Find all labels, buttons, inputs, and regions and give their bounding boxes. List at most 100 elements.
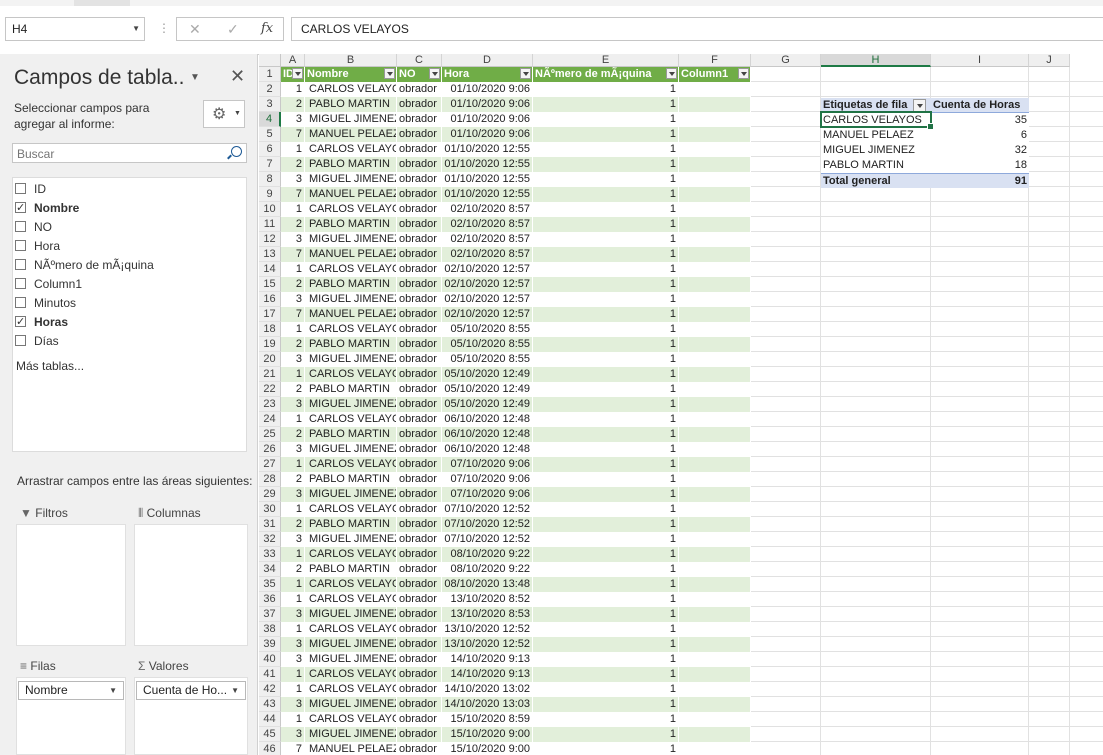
table-cell[interactable]: MANUEL PELAEZ	[305, 307, 397, 322]
table-cell[interactable]: 1	[281, 712, 305, 727]
table-cell[interactable]: MANUEL PELAEZ	[305, 742, 397, 755]
table-cell[interactable]: 7	[281, 307, 305, 322]
column-header-h[interactable]: H	[821, 54, 931, 67]
table-cell[interactable]: 1	[533, 322, 679, 337]
table-cell[interactable]: 01/10/2020 12:55	[442, 172, 533, 187]
columns-drop-area[interactable]	[134, 524, 248, 646]
table-cell[interactable]: obrador	[397, 187, 442, 202]
column-header-a[interactable]: A	[281, 54, 305, 67]
table-cell[interactable]: 1	[533, 262, 679, 277]
table-cell[interactable]: 13/10/2020 8:52	[442, 592, 533, 607]
table-cell[interactable]: obrador	[397, 262, 442, 277]
table-cell[interactable]: 1	[281, 547, 305, 562]
filter-dropdown-icon[interactable]	[384, 68, 395, 79]
table-cell[interactable]: 01/10/2020 9:06	[442, 112, 533, 127]
table-cell[interactable]: 3	[281, 697, 305, 712]
table-cell[interactable]: obrador	[397, 667, 442, 682]
filters-drop-area[interactable]	[16, 524, 126, 646]
table-cell[interactable]	[679, 277, 751, 292]
table-cell[interactable]: obrador	[397, 502, 442, 517]
table-cell[interactable]	[679, 382, 751, 397]
table-cell[interactable]	[679, 712, 751, 727]
table-cell[interactable]: 02/10/2020 8:57	[442, 232, 533, 247]
row-header[interactable]: 34	[259, 562, 281, 577]
table-cell[interactable]: 14/10/2020 9:13	[442, 667, 533, 682]
table-cell[interactable]: 1	[533, 637, 679, 652]
table-cell[interactable]: obrador	[397, 472, 442, 487]
table-cell[interactable]: 01/10/2020 12:55	[442, 157, 533, 172]
table-cell[interactable]: 13/10/2020 8:53	[442, 607, 533, 622]
table-cell[interactable]: obrador	[397, 202, 442, 217]
pivot-row-value[interactable]: 6	[931, 128, 1029, 143]
table-cell[interactable]: obrador	[397, 697, 442, 712]
table-cell[interactable]: 08/10/2020 13:48	[442, 577, 533, 592]
row-header[interactable]: 42	[259, 682, 281, 697]
table-cell[interactable]: obrador	[397, 292, 442, 307]
table-header-cell[interactable]: Hora	[442, 67, 533, 82]
table-cell[interactable]: 3	[281, 532, 305, 547]
table-cell[interactable]: MIGUEL JIMENEZ	[305, 652, 397, 667]
table-cell[interactable]	[679, 457, 751, 472]
pivot-row-value[interactable]: 32	[931, 143, 1029, 158]
row-header[interactable]: 41	[259, 667, 281, 682]
spreadsheet-grid[interactable]: A B C D E F G H I J 1 2 3 4 5 6 7 8 9 10 11 12 13 14 15 16 17 18 19 2…	[259, 54, 1103, 755]
table-cell[interactable]	[679, 577, 751, 592]
row-header[interactable]: 43	[259, 697, 281, 712]
table-cell[interactable]: 13/10/2020 12:52	[442, 637, 533, 652]
table-cell[interactable]: obrador	[397, 517, 442, 532]
pivot-row-label-header[interactable]: Etiquetas de fila	[821, 98, 931, 113]
table-cell[interactable]	[679, 352, 751, 367]
row-header[interactable]: 5	[259, 127, 281, 142]
table-header-cell[interactable]: NO	[397, 67, 442, 82]
table-cell[interactable]: obrador	[397, 532, 442, 547]
table-cell[interactable]: 1	[533, 127, 679, 142]
table-cell[interactable]: obrador	[397, 712, 442, 727]
table-cell[interactable]	[679, 442, 751, 457]
table-cell[interactable]: 01/10/2020 9:06	[442, 82, 533, 97]
values-field-cuenta[interactable]: Cuenta de Ho... ▼	[136, 681, 246, 700]
table-cell[interactable]: 2	[281, 562, 305, 577]
column-header-d[interactable]: D	[442, 54, 533, 67]
table-cell[interactable]	[679, 112, 751, 127]
table-cell[interactable]: 1	[533, 112, 679, 127]
table-cell[interactable]: CARLOS VELAYOS	[305, 142, 397, 157]
table-cell[interactable]: 02/10/2020 8:57	[442, 202, 533, 217]
table-cell[interactable]: MANUEL PELAEZ	[305, 247, 397, 262]
column-header-j[interactable]: J	[1029, 54, 1070, 67]
table-cell[interactable]: 1	[533, 442, 679, 457]
row-header[interactable]: 25	[259, 427, 281, 442]
table-cell[interactable]	[679, 97, 751, 112]
table-cell[interactable]: CARLOS VELAYOS	[305, 577, 397, 592]
pivot-value-header[interactable]: Cuenta de Horas	[931, 98, 1029, 113]
filter-dropdown-icon[interactable]	[429, 68, 440, 79]
table-cell[interactable]	[679, 532, 751, 547]
table-cell[interactable]	[679, 322, 751, 337]
table-cell[interactable]: 3	[281, 352, 305, 367]
table-cell[interactable]	[679, 607, 751, 622]
table-cell[interactable]: 1	[533, 397, 679, 412]
table-cell[interactable]: 1	[533, 247, 679, 262]
table-cell[interactable]: 01/10/2020 12:55	[442, 142, 533, 157]
table-cell[interactable]: MIGUEL JIMENEZ	[305, 487, 397, 502]
table-cell[interactable]: 15/10/2020 9:00	[442, 727, 533, 742]
table-cell[interactable]: 1	[533, 217, 679, 232]
chevron-down-icon[interactable]: ▼	[109, 682, 117, 699]
table-cell[interactable]: obrador	[397, 307, 442, 322]
table-cell[interactable]: 05/10/2020 12:49	[442, 367, 533, 382]
table-cell[interactable]: 08/10/2020 9:22	[442, 562, 533, 577]
table-cell[interactable]: 7	[281, 187, 305, 202]
table-cell[interactable]: 3	[281, 292, 305, 307]
table-cell[interactable]: 2	[281, 277, 305, 292]
column-header-b[interactable]: B	[305, 54, 397, 67]
table-cell[interactable]	[679, 157, 751, 172]
table-cell[interactable]: MIGUEL JIMENEZ	[305, 637, 397, 652]
table-cell[interactable]: MIGUEL JIMENEZ	[305, 532, 397, 547]
table-cell[interactable]	[679, 517, 751, 532]
table-cell[interactable]: MIGUEL JIMENEZ	[305, 697, 397, 712]
table-cell[interactable]: 1	[533, 292, 679, 307]
column-header-f[interactable]: F	[679, 54, 751, 67]
table-cell[interactable]: obrador	[397, 727, 442, 742]
table-cell[interactable]: 1	[533, 142, 679, 157]
table-cell[interactable]	[679, 82, 751, 97]
table-cell[interactable]: 02/10/2020 8:57	[442, 217, 533, 232]
